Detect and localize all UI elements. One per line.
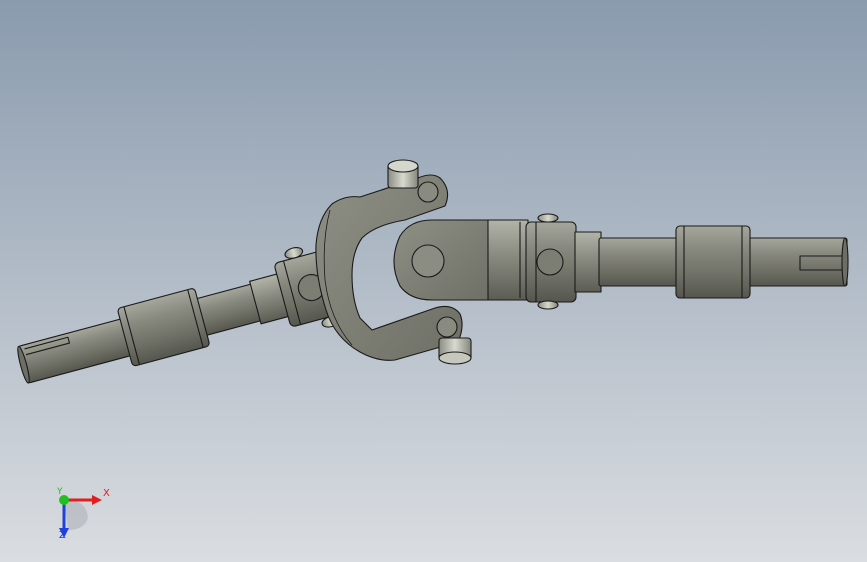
cross-pin-bottom <box>438 337 472 365</box>
right-yoke-neck <box>487 219 529 301</box>
right-hub-pin-hole <box>536 248 564 276</box>
cross-pin-top <box>387 159 419 189</box>
right-hub[interactable] <box>525 213 577 310</box>
right-yoke-pin-boss <box>411 244 445 278</box>
model-view[interactable] <box>0 0 867 562</box>
x-axis-arrow <box>92 495 102 505</box>
right-shaft-collar <box>675 225 751 299</box>
right-hub-pin-top <box>537 213 559 223</box>
right-shaft-neck <box>574 231 602 293</box>
y-axis-label: Y <box>57 487 63 497</box>
z-axis-label: Z <box>59 530 66 541</box>
right-yoke[interactable] <box>393 219 529 301</box>
left-yoke-bore-top <box>417 181 439 203</box>
x-axis-label: X <box>103 488 110 499</box>
right-hub-pin-bottom <box>537 300 559 310</box>
axis-triad: X Y Z <box>40 478 120 548</box>
triad-shadow <box>64 499 88 530</box>
right-shaft-end <box>841 237 849 287</box>
left-yoke-bore-bottom <box>436 316 458 338</box>
graphics-viewport[interactable]: X Y Z <box>0 0 867 562</box>
